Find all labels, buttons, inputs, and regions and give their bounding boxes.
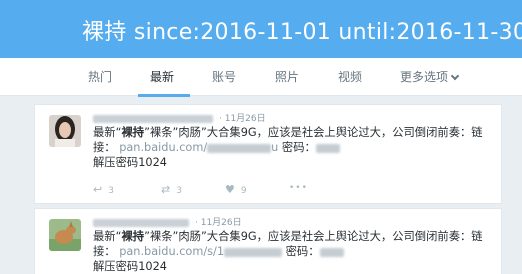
blurred-username [93, 218, 189, 227]
tweet-date[interactable]: · 11月26日 [195, 218, 242, 228]
tweet-link[interactable]: pan.baidu.com/u [119, 141, 278, 154]
redacted-password [315, 143, 340, 153]
redacted-password [319, 247, 344, 257]
redacted-link-part [207, 143, 272, 153]
tweet-actions: ↩ 3 ⇄ 3 ♥ 9 ••• [93, 183, 353, 199]
reply-icon: ↩ [93, 183, 103, 196]
search-tabs-bar: 热门 最新 账号 照片 视频 更多选项 [0, 58, 522, 96]
tweet-card[interactable]: · 11月26日 最新“裸持”裸条”肉肠”大合集9G，应该是社会上舆论过大，公司… [34, 208, 502, 274]
tab-top[interactable]: 热门 [88, 68, 112, 85]
avatar[interactable] [49, 115, 81, 147]
tweet-text-prefix: 最新“ [93, 126, 122, 139]
reply-count: 3 [108, 186, 114, 196]
search-query-title: 裸持 since:2016-11-01 until:2016-11-30 [82, 20, 522, 45]
password-label: 密码： [281, 141, 316, 154]
like-count: 9 [240, 186, 247, 196]
extract-password-line: 解压密码1024 [93, 260, 167, 273]
tweet-link[interactable]: pan.baidu.com/s/1 [119, 245, 283, 258]
tweet-link-prefix: pan.baidu.com/ [119, 141, 208, 154]
tweet-link-suffix: u [271, 141, 279, 154]
avatar[interactable] [49, 219, 81, 251]
tweet-card[interactable]: · 11月26日 最新“裸持”裸条”肉肠”大合集9G，应该是社会上舆论过大，公司… [34, 104, 502, 204]
extract-password-line: 解压密码1024 [93, 156, 167, 169]
tweet-text-prefix: 最新“ [93, 230, 122, 243]
tab-videos[interactable]: 视频 [338, 68, 362, 85]
tab-accounts[interactable]: 账号 [212, 68, 236, 85]
tab-photos[interactable]: 照片 [275, 68, 299, 85]
retweet-count: 3 [176, 186, 182, 196]
password-label: 密码： [285, 245, 320, 258]
tweet-text: 最新“裸持”裸条”肉肠”大合集9G，应该是社会上舆论过大，公司倒闭前奏：链接： … [93, 125, 497, 170]
like-button[interactable]: ♥ 9 [225, 183, 247, 196]
highlighted-keyword: 裸持 [121, 230, 145, 243]
tab-more-options[interactable]: 更多选项 [400, 68, 460, 85]
highlighted-keyword: 裸持 [121, 126, 145, 139]
retweet-icon: ⇄ [161, 183, 171, 196]
blurred-username [93, 114, 213, 123]
search-results-page: 裸持 since:2016-11-01 until:2016-11-30 热门 … [0, 0, 522, 274]
active-tab-indicator [138, 94, 190, 97]
tab-more-options-label: 更多选项 [400, 70, 449, 84]
tweet-text: 最新“裸持”裸条”肉肠”大合集9G，应该是社会上舆论过大，公司倒闭前奏：链接： … [93, 229, 497, 274]
reply-button[interactable]: ↩ 3 [93, 183, 114, 196]
heart-icon: ♥ [225, 183, 235, 196]
more-icon: ••• [289, 183, 308, 193]
retweet-button[interactable]: ⇄ 3 [161, 183, 182, 196]
tab-latest[interactable]: 最新 [150, 68, 174, 85]
tweet-meta: · 11月26日 [93, 111, 266, 124]
redacted-link-part [224, 247, 283, 257]
tweet-link-prefix: pan.baidu.com/s/1 [119, 245, 225, 258]
tweet-meta: · 11月26日 [93, 215, 242, 228]
search-header: 裸持 since:2016-11-01 until:2016-11-30 [0, 0, 522, 58]
tweet-date[interactable]: · 11月26日 [219, 114, 266, 124]
more-button[interactable]: ••• [289, 183, 308, 193]
chevron-down-icon [450, 71, 460, 81]
